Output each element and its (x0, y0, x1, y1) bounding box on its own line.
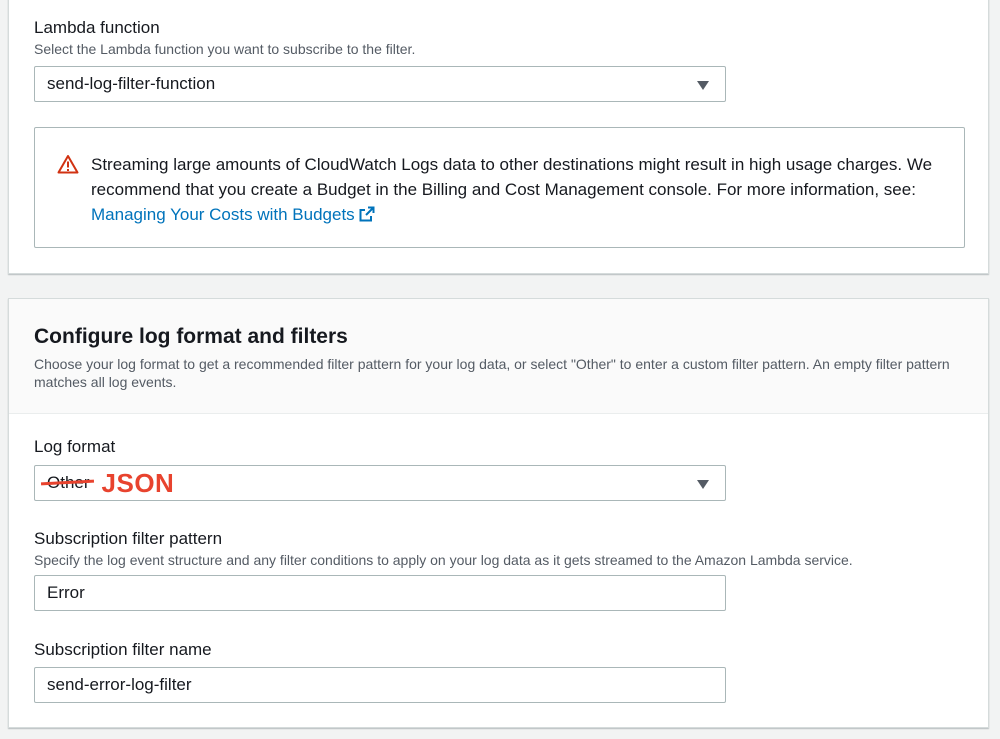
filter-name-input[interactable]: send-error-log-filter (34, 667, 726, 703)
lambda-function-select[interactable]: send-log-filter-function (34, 66, 726, 102)
alert-message: Streaming large amounts of CloudWatch Lo… (91, 152, 951, 227)
filter-pattern-value: Error (47, 583, 85, 602)
log-format-selected-value: Other (40, 473, 94, 493)
configure-log-format-panel: Configure log format and filters Choose … (8, 298, 989, 728)
log-format-label: Log format (34, 437, 116, 456)
lambda-function-label: Lambda function (34, 18, 160, 37)
managing-costs-link-label: Managing Your Costs with Budgets (91, 205, 355, 224)
panel-description: Choose your log format to get a recommen… (34, 356, 950, 390)
filter-name-value: send-error-log-filter (47, 675, 192, 694)
caret-down-icon (697, 480, 709, 489)
filter-pattern-input[interactable]: Error (34, 575, 726, 611)
panel-header: Configure log format and filters Choose … (9, 299, 988, 414)
lambda-function-selected-value: send-log-filter-function (47, 74, 216, 93)
managing-costs-link[interactable]: Managing Your Costs with Budgets (91, 205, 375, 224)
filter-pattern-description: Specify the log event structure and any … (34, 552, 853, 568)
alert-text: Streaming large amounts of CloudWatch Lo… (91, 155, 933, 199)
external-link-icon (359, 206, 375, 222)
lambda-function-description: Select the Lambda function you want to s… (34, 41, 416, 57)
filter-pattern-label: Subscription filter pattern (34, 529, 223, 548)
json-annotation: JSON (101, 467, 175, 498)
log-format-select[interactable]: Other JSON (34, 465, 726, 501)
filter-name-label: Subscription filter name (34, 640, 212, 659)
panel-title: Configure log format and filters (34, 325, 348, 348)
warning-icon (57, 155, 79, 174)
usage-charges-alert: Streaming large amounts of CloudWatch Lo… (34, 127, 965, 248)
lambda-function-panel: Lambda function Select the Lambda functi… (8, 0, 989, 274)
caret-down-icon (697, 81, 709, 90)
